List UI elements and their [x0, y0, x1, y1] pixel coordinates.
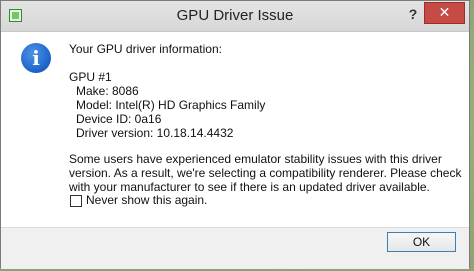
never-show-checkbox[interactable] [70, 195, 82, 207]
info-heading: Your GPU driver information: [69, 42, 222, 56]
title-bar[interactable]: GPU Driver Issue ? ✕ [1, 1, 469, 32]
gpu-driver-version: Driver version: 10.18.14.4432 [76, 126, 234, 140]
close-button[interactable]: ✕ [424, 2, 465, 24]
ok-button[interactable]: OK [387, 232, 456, 252]
gpu-label: GPU #1 [69, 70, 112, 84]
never-show-label[interactable]: Never show this again. [86, 193, 207, 207]
help-icon[interactable]: ? [405, 5, 421, 23]
gpu-driver-issue-dialog: GPU Driver Issue ? ✕ i Your GPU driver i… [0, 0, 470, 269]
warning-message: Some users have experienced emulator sta… [69, 152, 462, 194]
gpu-device-id: Device ID: 0a16 [76, 112, 162, 126]
window-title: GPU Driver Issue [176, 7, 294, 24]
close-icon: ✕ [438, 4, 451, 20]
gpu-make: Make: 8086 [76, 84, 139, 98]
gpu-model: Model: Intel(R) HD Graphics Family [76, 98, 266, 112]
dialog-content: i Your GPU driver information: GPU #1 Ma… [1, 32, 469, 227]
info-icon: i [21, 43, 51, 73]
